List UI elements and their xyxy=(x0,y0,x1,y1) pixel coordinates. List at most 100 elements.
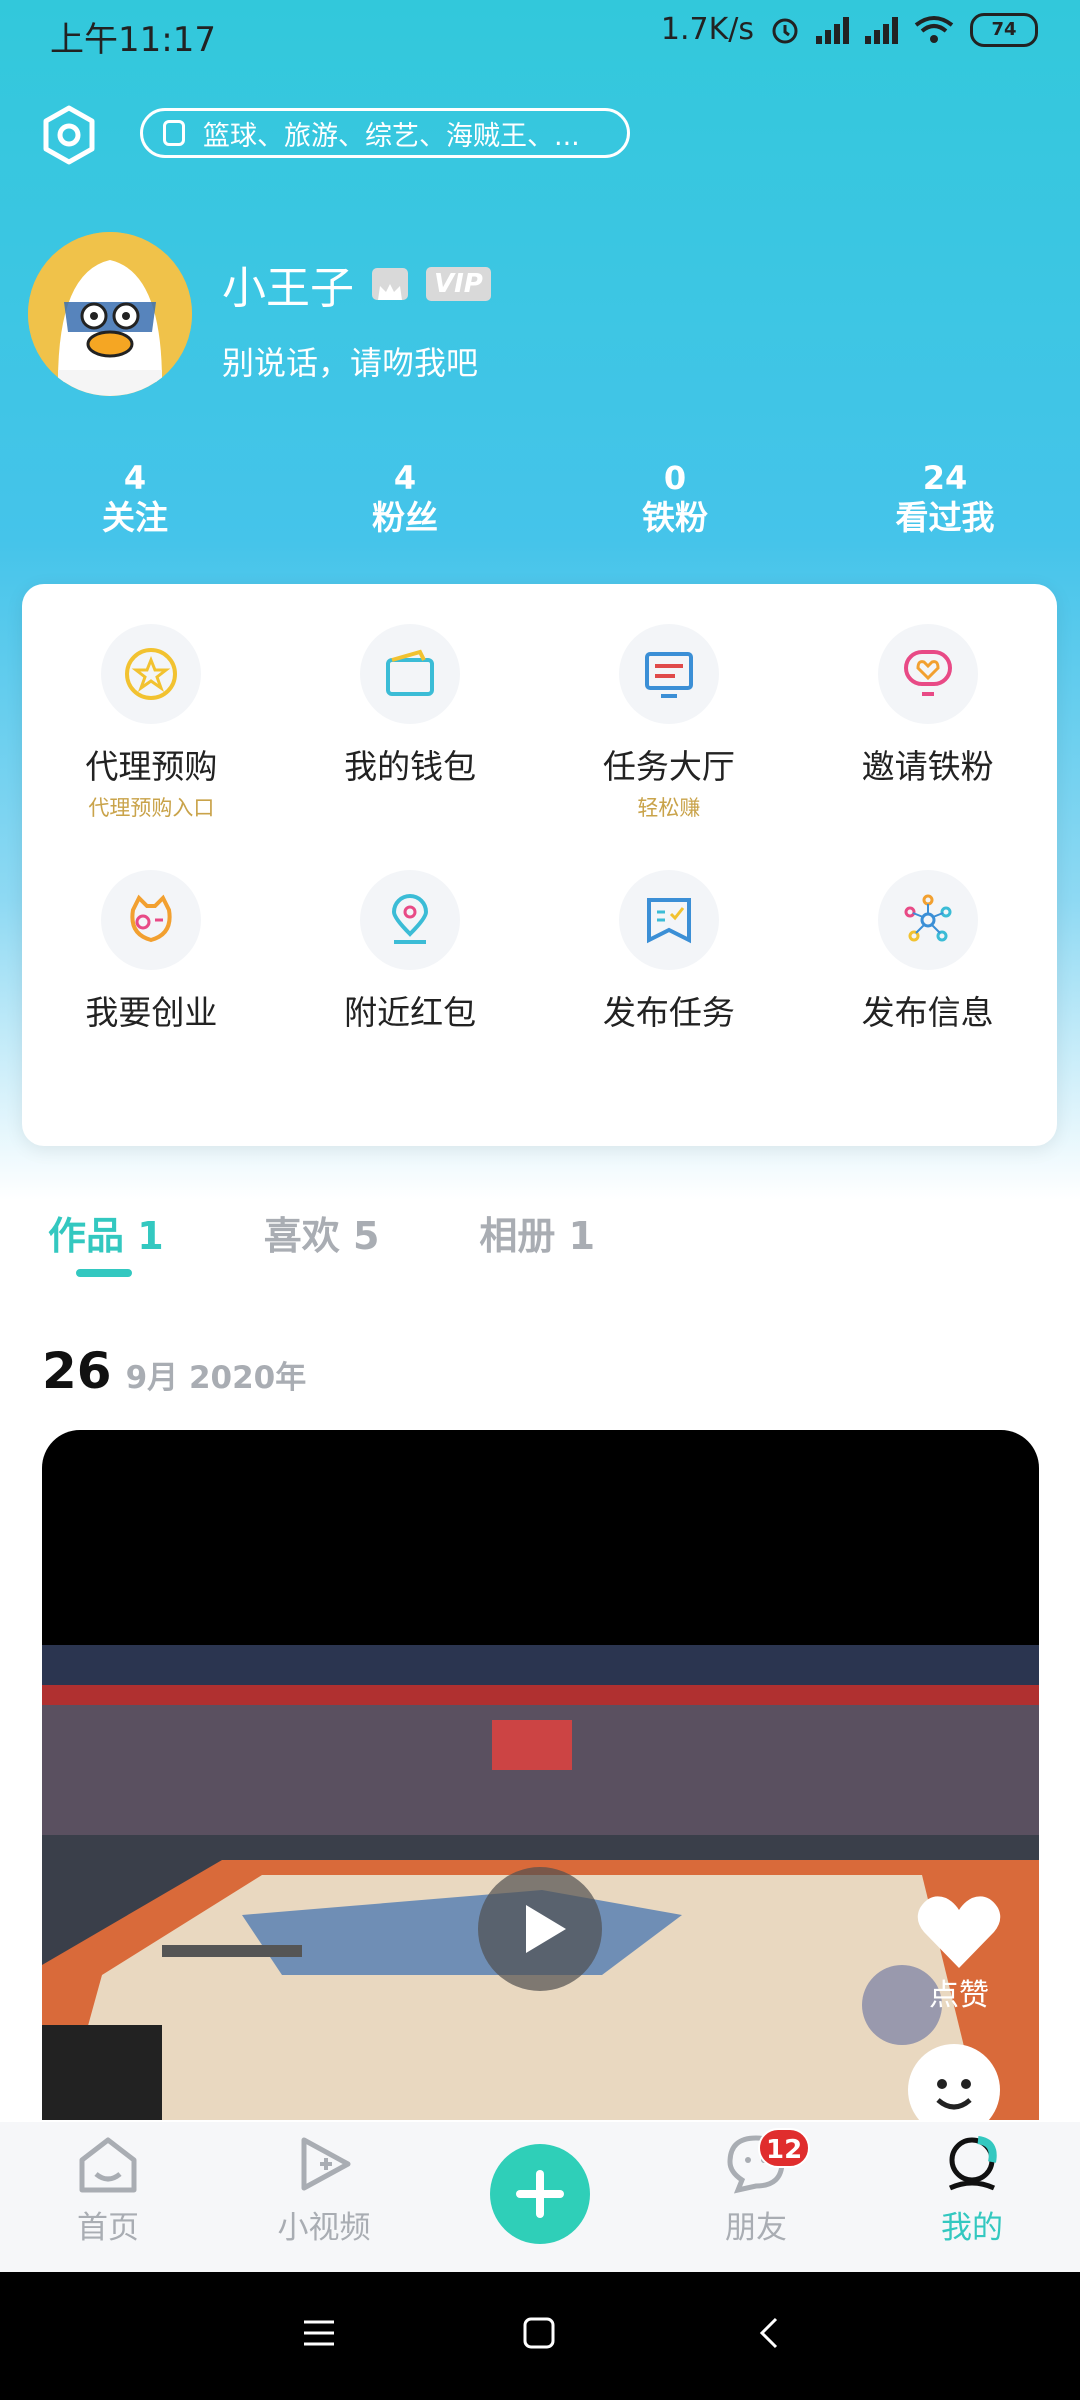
stat-followers[interactable]: 4 粉丝 xyxy=(270,460,540,540)
feature-wallet[interactable]: 我的钱包 xyxy=(281,624,540,834)
net-speed: 1.7K/s xyxy=(660,12,754,47)
signature[interactable]: 别说话，请吻我吧 xyxy=(222,338,478,384)
tab-label: 喜欢 xyxy=(263,1214,340,1258)
stat-label: 粉丝 xyxy=(372,498,438,537)
feature-label: 代理预购 xyxy=(85,747,218,786)
battery-icon: 74 xyxy=(970,12,1038,47)
video-play-icon xyxy=(301,2137,351,2191)
stat-following[interactable]: 4 关注 xyxy=(0,460,270,540)
smile-face-button[interactable] xyxy=(908,2044,1000,2120)
stat-count: 4 xyxy=(123,459,147,497)
stat-label: 看过我 xyxy=(895,498,995,537)
tab-label: 相册 xyxy=(479,1214,556,1258)
feature-label: 附近红包 xyxy=(344,993,477,1032)
feature-startup[interactable]: 我要创业 xyxy=(22,870,281,1080)
post-date: 26 9月 2020年 xyxy=(42,1342,306,1400)
tab-label: 作品 xyxy=(48,1214,125,1258)
friends-notification-badge: 12 xyxy=(758,2128,811,2168)
feature-agent-presale[interactable]: 代理预购 代理预购入口 xyxy=(22,624,281,834)
nav-home[interactable]: 首页 xyxy=(38,2134,178,2247)
post-day: 26 xyxy=(42,1342,112,1400)
stat-label: 关注 xyxy=(102,498,168,537)
play-icon xyxy=(526,1905,566,1953)
nav-label: 首页 xyxy=(77,2210,139,2246)
wallet-icon xyxy=(360,624,461,724)
heart-mirror-icon xyxy=(877,624,978,724)
play-button[interactable] xyxy=(478,1867,602,1991)
heart-icon xyxy=(917,1896,1001,1968)
feature-invite-fans[interactable]: 邀请铁粉 xyxy=(798,624,1057,834)
monitor-icon xyxy=(618,624,719,724)
location-pin-icon xyxy=(360,870,461,970)
checklist-flag-icon xyxy=(618,870,719,970)
video-card[interactable]: 点赞 xyxy=(42,1430,1039,2120)
back-icon[interactable] xyxy=(752,2316,786,2350)
profile-name-row: 小王子 VIP xyxy=(222,252,491,316)
feature-card: 代理预购 代理预购入口 我的钱包 任务大厅 轻松赚 邀请铁粉 我要创业 附近红包… xyxy=(22,584,1057,1146)
tab-works[interactable]: 作品 1 xyxy=(48,1205,164,1277)
add-button[interactable] xyxy=(490,2144,590,2244)
like-button[interactable]: 点赞 xyxy=(904,1892,1014,2014)
feature-publish-task[interactable]: 发布任务 xyxy=(540,870,799,1080)
feature-label: 我要创业 xyxy=(85,993,218,1032)
avatar[interactable] xyxy=(28,232,192,396)
tab-count: 1 xyxy=(568,1214,596,1258)
feature-label: 邀请铁粉 xyxy=(861,747,994,786)
tab-underline xyxy=(76,1269,132,1277)
stat-label: 铁粉 xyxy=(642,498,708,537)
tab-likes[interactable]: 喜欢 5 xyxy=(264,1205,380,1260)
bottom-nav: 首页 小视频 朋友 我的 xyxy=(0,2122,1080,2272)
feature-sub: 轻松赚 xyxy=(637,796,701,820)
home-square-icon[interactable] xyxy=(522,2316,556,2350)
system-nav-bar xyxy=(0,2272,1080,2400)
feature-label: 任务大厅 xyxy=(602,747,735,786)
wifi-icon xyxy=(914,15,954,43)
feature-sub: 代理预购入口 xyxy=(88,796,215,820)
feature-nearby-redpacket[interactable]: 附近红包 xyxy=(281,870,540,1080)
vip-badge[interactable]: VIP xyxy=(426,267,491,301)
feature-label: 发布信息 xyxy=(861,993,994,1032)
feature-label: 发布任务 xyxy=(602,993,735,1032)
star-coin-icon xyxy=(101,624,202,724)
content-tabs: 作品 1 喜欢 5 相册 1 xyxy=(48,1205,595,1277)
mascot-face-icon xyxy=(101,870,202,970)
status-time: 上午11:17 xyxy=(50,20,216,60)
stat-visitors[interactable]: 24 看过我 xyxy=(810,460,1080,540)
me-icon xyxy=(948,2136,997,2191)
tab-count: 5 xyxy=(352,1214,380,1258)
nav-short-video[interactable]: 小视频 xyxy=(254,2134,394,2247)
status-bar: 上午11:17 1.7K/s 74 xyxy=(0,0,1080,70)
network-nodes-icon xyxy=(877,870,978,970)
duck-avatar-image xyxy=(28,232,192,396)
stat-iron-fans[interactable]: 0 铁粉 xyxy=(540,460,810,540)
stat-count: 0 xyxy=(663,459,687,497)
nav-me[interactable]: 我的 xyxy=(902,2134,1042,2247)
search-hint: 篮球、旅游、综艺、海贼王、... xyxy=(203,120,580,152)
tab-count: 1 xyxy=(137,1214,164,1258)
smile-face-icon xyxy=(936,2079,972,2110)
nav-label: 小视频 xyxy=(277,2210,371,2246)
nav-label: 朋友 xyxy=(725,2210,787,2246)
crown-icon[interactable] xyxy=(372,268,408,300)
database-icon xyxy=(163,120,185,146)
tab-album[interactable]: 相册 1 xyxy=(479,1205,595,1260)
stat-count: 4 xyxy=(393,459,417,497)
home-icon xyxy=(79,2137,137,2193)
gear-icon xyxy=(43,105,95,165)
add-icon xyxy=(516,2170,564,2218)
signal-icon-2 xyxy=(865,16,898,44)
feature-publish-info[interactable]: 发布信息 xyxy=(798,870,1057,1080)
stats-row: 4 关注 4 粉丝 0 铁粉 24 看过我 xyxy=(0,460,1080,540)
username: 小王子 xyxy=(222,263,354,314)
post-month-year: 9月 2020年 xyxy=(125,1360,307,1396)
menu-icon[interactable] xyxy=(302,2316,336,2350)
alarm-icon xyxy=(772,18,798,43)
settings-button[interactable] xyxy=(36,102,102,168)
signal-icon xyxy=(816,16,849,44)
stat-count: 24 xyxy=(922,459,968,497)
feature-task-hall[interactable]: 任务大厅 轻松赚 xyxy=(540,624,799,834)
like-label: 点赞 xyxy=(929,1978,989,2013)
feature-label: 我的钱包 xyxy=(344,747,477,786)
nav-label: 我的 xyxy=(941,2210,1003,2246)
search-bar[interactable]: 篮球、旅游、综艺、海贼王、... xyxy=(140,108,630,158)
